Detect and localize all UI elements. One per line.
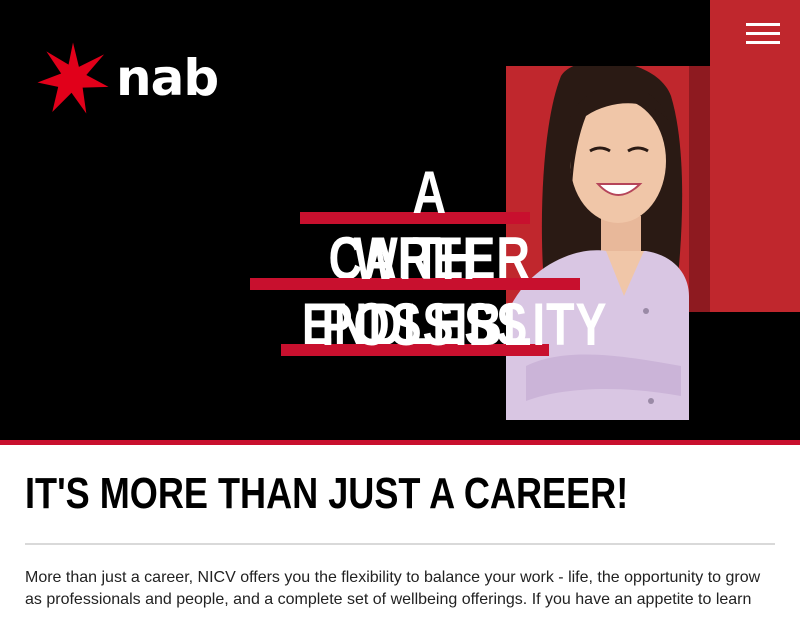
headline-line: A CAREER	[300, 160, 530, 292]
hamburger-menu-icon[interactable]	[738, 12, 788, 54]
photo-shadow	[689, 66, 710, 312]
section-title: IT'S MORE THAN JUST A CAREER!	[25, 469, 629, 518]
headline-line: WITH ENDLESS	[250, 226, 580, 358]
hero-banner: nab A CAREER WITH ENDLESS POSSIBLITY	[0, 0, 800, 440]
nab-logo[interactable]: nab	[36, 40, 236, 116]
menu-bar	[746, 40, 780, 44]
menu-bar	[746, 31, 780, 35]
headline-line: POSSIBLITY	[281, 292, 607, 358]
divider	[25, 543, 775, 545]
intro-paragraph: More than just a career, NICV offers you…	[25, 569, 761, 608]
logo-text: nab	[116, 49, 219, 107]
hero-headline: A CAREER WITH ENDLESS POSSIBLITY	[230, 160, 607, 358]
menu-bar	[746, 22, 780, 26]
headline-text: POSSIBLITY	[321, 291, 608, 358]
star-icon	[37, 42, 109, 114]
